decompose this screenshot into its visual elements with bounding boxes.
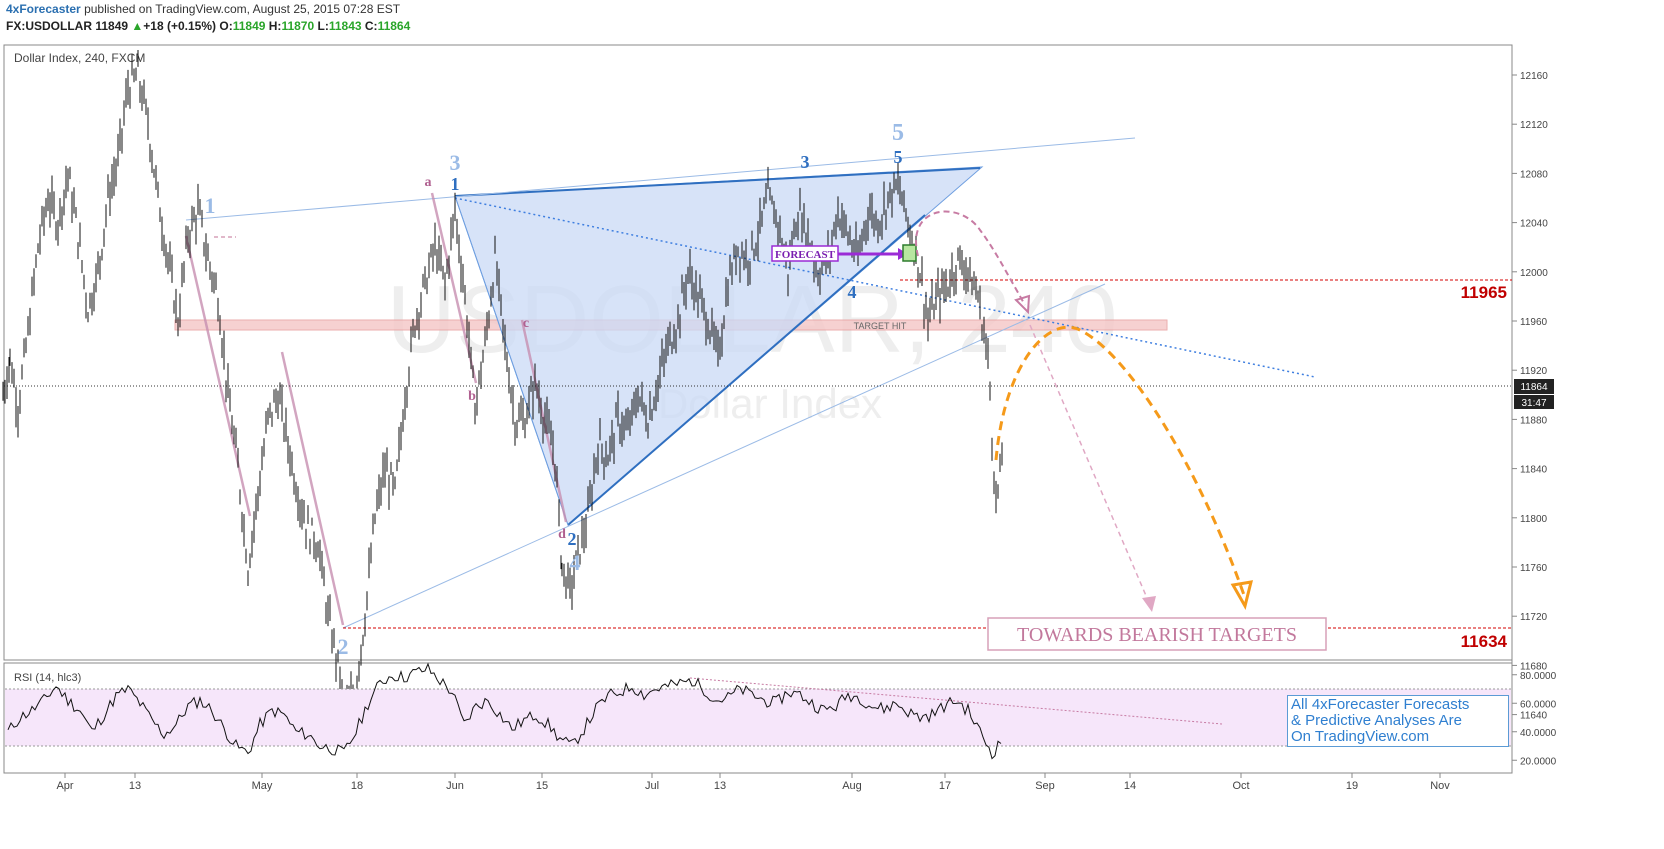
price-tick-label-13: 11640 <box>1520 711 1548 722</box>
price-tick-label-4: 12000 <box>1520 268 1548 279</box>
info-box-line-1: All 4xForecaster Forecasts <box>1291 696 1470 713</box>
abcd-label-c: c <box>523 316 529 331</box>
wave-label-5-minor: 5 <box>894 147 903 167</box>
info-box-line-2: & Predictive Analyses Are <box>1291 712 1462 729</box>
time-tick-label-0: Apr <box>56 780 73 792</box>
header-row-publisher: 4xForecaster published on TradingView.co… <box>6 2 410 16</box>
forecast-marker <box>902 244 917 262</box>
pink-bearish-arrow-head <box>1142 596 1156 612</box>
published-text: published on TradingView.com, August 25,… <box>84 2 401 16</box>
rsi-tick-label-3: 20.0000 <box>1520 756 1557 767</box>
wave-label-4-primary: 4 <box>570 550 581 575</box>
abcd-label-d: d <box>558 527 566 542</box>
rsi-label: RSI (14, hlc3) <box>14 672 81 684</box>
chart-header: 4xForecaster published on TradingView.co… <box>6 2 410 33</box>
wave-label-1-primary: 1 <box>205 193 216 218</box>
header-row-quote: FX:USDOLLAR 11849 ▲+18 (+0.15%) O:11849 … <box>6 19 410 33</box>
open-label: O: <box>219 19 233 33</box>
rsi-tick-label-1: 60.0000 <box>1520 699 1557 710</box>
info-box-line-3: On TradingView.com <box>1291 728 1430 745</box>
rsi-tick-label-0: 80.0000 <box>1520 671 1557 682</box>
low-value: 11843 <box>328 19 362 33</box>
low-label: L: <box>317 19 329 33</box>
price-tick-label-6: 11920 <box>1520 366 1548 377</box>
price-tick-label-9: 11800 <box>1520 514 1548 525</box>
last-price: 11849 <box>95 19 129 33</box>
price-tick-label-5: 11960 <box>1520 317 1548 328</box>
time-tick-label-13: 19 <box>1346 780 1358 792</box>
chart-title: Dollar Index, 240, FXCM <box>14 51 145 65</box>
wave-label-2-minor: 2 <box>568 529 577 549</box>
close-label: C: <box>364 19 378 33</box>
abcd-label-a: a <box>425 175 432 190</box>
close-value: 11864 <box>377 19 411 33</box>
price-tick-label-11: 11720 <box>1520 612 1548 623</box>
up-arrow-icon: ▲ <box>131 19 144 33</box>
info-box: All 4xForecaster Forecasts & Predictive … <box>1287 695 1509 747</box>
wave-label-5-primary: 5 <box>892 120 904 146</box>
time-tick-label-5: 15 <box>536 780 548 792</box>
price-tick-label-10: 11760 <box>1520 563 1548 574</box>
symbol: FX:USDOLLAR <box>6 19 92 33</box>
price-change: +18 (+0.15%) <box>143 19 217 33</box>
time-tick-label-4: Jun <box>446 780 464 792</box>
time-tick-label-9: 17 <box>939 780 951 792</box>
open-value: 11849 <box>232 19 266 33</box>
level-11965-label: 11965 <box>1461 283 1507 302</box>
time-axis: Apr 13 May 18 Jun 15 Jul 13 Aug 17 Sep 14 Oct 19 Nov <box>56 773 1450 792</box>
price-tick-label-3: 12040 <box>1520 219 1548 230</box>
price-tick-label-0: 12160 <box>1520 71 1548 82</box>
high-value: 11870 <box>281 19 315 33</box>
time-tick-label-1: 13 <box>129 780 141 792</box>
time-tick-label-10: Sep <box>1035 780 1055 792</box>
price-tick-label-1: 12120 <box>1520 120 1548 131</box>
wave-label-2-primary: 2 <box>338 634 349 659</box>
chart-stage: USDOLLAR, 240 Dollar Index Dollar Index,… <box>0 0 1568 800</box>
price-tick-label-2: 12080 <box>1520 169 1548 180</box>
high-label: H: <box>268 19 282 33</box>
time-tick-label-2: May <box>252 780 273 792</box>
rsi-tick-label-2: 40.0000 <box>1520 728 1557 739</box>
target-hit-label: TARGET HIT <box>854 321 907 331</box>
price-tick-label-8: 11840 <box>1520 465 1548 476</box>
level-11634-label: 11634 <box>1461 632 1508 651</box>
countdown-value: 31:47 <box>1521 398 1546 409</box>
price-chart[interactable]: USDOLLAR, 240 Dollar Index Dollar Index,… <box>0 0 1568 800</box>
time-tick-label-12: Oct <box>1232 780 1249 792</box>
price-tick-label-7: 11880 <box>1520 415 1548 426</box>
time-tick-label-8: Aug <box>842 780 862 792</box>
current-price-value: 11864 <box>1520 382 1548 393</box>
rsi-band <box>5 689 1511 746</box>
wave-label-4-minor: 4 <box>848 282 857 302</box>
time-tick-label-6: Jul <box>645 780 659 792</box>
time-tick-label-11: 14 <box>1124 780 1136 792</box>
wave-label-1-minor: 1 <box>451 174 460 194</box>
abcd-label-b: b <box>468 389 476 404</box>
wave-label-3-minor: 3 <box>801 152 810 172</box>
time-tick-label-14: Nov <box>1430 780 1450 792</box>
forecast-label: FORECAST <box>775 249 836 261</box>
time-tick-label-7: 13 <box>714 780 726 792</box>
publisher-name[interactable]: 4xForecaster <box>6 2 81 16</box>
time-tick-label-3: 18 <box>351 780 363 792</box>
bearish-targets-label: TOWARDS BEARISH TARGETS <box>1017 624 1297 646</box>
wave-label-3-primary: 3 <box>450 150 461 175</box>
